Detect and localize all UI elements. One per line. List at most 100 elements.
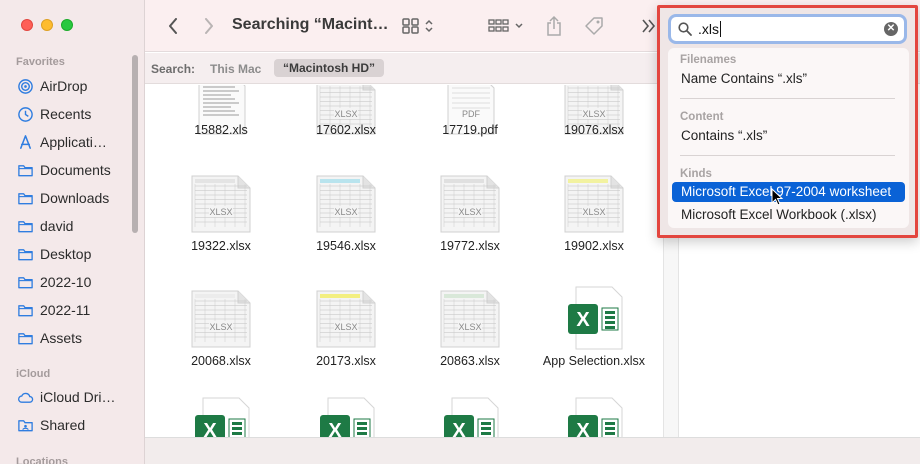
share-button[interactable] <box>543 14 565 38</box>
svg-text:XLSX: XLSX <box>582 109 605 119</box>
sidebar-item-david[interactable]: david <box>17 215 73 237</box>
share-icon <box>547 15 561 36</box>
suggestion-kind-excel-97-2004[interactable]: Microsoft Excel 97-2004 worksheet <box>672 182 905 202</box>
sidebar-item-documents[interactable]: Documents <box>17 159 111 181</box>
svg-text:XLSX: XLSX <box>334 207 357 217</box>
minimize-window-button[interactable] <box>41 19 53 31</box>
search-query-text: .xls <box>698 21 719 37</box>
file-name: App Selection.xlsx <box>542 354 646 368</box>
search-suggestions-dropdown: Filenames Name Contains “.xls” Content C… <box>668 48 909 228</box>
sidebar-item-label: Documents <box>40 162 111 178</box>
svg-text:XLSX: XLSX <box>334 109 357 119</box>
sidebar: Favorites AirDrop Recents Applicati… Docume… <box>0 0 145 464</box>
mouse-pointer-icon <box>771 188 784 206</box>
svg-text:XLSX: XLSX <box>458 322 481 332</box>
sidebar-item-label: 2022-10 <box>40 274 92 290</box>
folder-icon <box>17 190 34 207</box>
svg-text:XLSX: XLSX <box>582 207 605 217</box>
svg-text:X: X <box>452 420 466 437</box>
more-toolbar-button[interactable] <box>639 14 659 38</box>
spreadsheet-file-icon: XLSX <box>316 290 376 348</box>
excel-file-icon: X <box>564 286 624 350</box>
excel-file-icon: X <box>316 397 376 437</box>
content-section-header: Content <box>680 111 724 123</box>
search-icon <box>678 22 692 36</box>
file-name: 17719.pdf <box>442 123 498 137</box>
folder-icon <box>17 218 34 235</box>
excel-file-icon: X <box>564 397 624 437</box>
file-name: 19902.xlsx <box>564 239 624 253</box>
sidebar-item-2022-11[interactable]: 2022-11 <box>17 299 90 321</box>
sidebar-item-airdrop[interactable]: AirDrop <box>17 75 87 97</box>
double-chevron-right-icon <box>642 19 656 33</box>
icloud-header: iCloud <box>16 368 51 380</box>
sidebar-item-applicati[interactable]: Applicati… <box>17 131 107 153</box>
file-grid: 15882.xls XLSX 17602.xlsx PDF 17719.pdf XLSX 1… <box>145 85 663 437</box>
svg-text:X: X <box>328 420 342 437</box>
sidebar-item-label: Shared <box>40 417 86 433</box>
grid-view-icon <box>402 18 433 34</box>
folder-icon <box>17 302 34 319</box>
filenames-section-header: Filenames <box>680 54 737 66</box>
file-name: 19772.xlsx <box>440 239 500 253</box>
sidebar-item-label: Applicati… <box>40 134 107 150</box>
file-name: 19076.xlsx <box>564 123 624 137</box>
group-by-button[interactable] <box>488 14 526 38</box>
svg-text:XLSX: XLSX <box>209 322 232 332</box>
chevron-left-icon <box>169 18 177 34</box>
status-bar <box>145 437 920 464</box>
sidebar-item-assets[interactable]: Assets <box>17 327 82 349</box>
svg-text:X: X <box>576 309 590 331</box>
file-name: 20863.xlsx <box>440 354 500 368</box>
tag-button[interactable] <box>582 14 606 38</box>
suggestion-contains[interactable]: Contains “.xls” <box>672 126 905 146</box>
sidebar-item-label: Downloads <box>40 190 110 206</box>
spreadsheet-file-icon: XLSX <box>191 175 251 233</box>
search-query[interactable]: .xls <box>698 21 721 37</box>
finder-window: Favorites AirDrop Recents Applicati… Docume… <box>0 0 920 464</box>
svg-text:PDF: PDF <box>462 109 481 119</box>
sidebar-scrollbar[interactable] <box>132 55 138 233</box>
suggestion-name-contains[interactable]: Name Contains “.xls” <box>672 69 905 89</box>
suggestion-kind-excel-workbook[interactable]: Microsoft Excel Workbook (.xlsx) <box>672 205 905 225</box>
back-button[interactable] <box>163 14 183 38</box>
file-name: 17602.xlsx <box>316 123 376 137</box>
file-name: 15882.xls <box>194 123 248 137</box>
window-title: Searching “Macint… <box>232 16 389 33</box>
folder-icon <box>17 274 34 291</box>
kinds-section-header: Kinds <box>680 168 712 180</box>
scope-this-mac[interactable]: This Mac <box>210 62 261 76</box>
spreadsheet-file-icon: XLSX <box>191 290 251 348</box>
sidebar-item-downloads[interactable]: Downloads <box>17 187 109 209</box>
sidebar-item-shared[interactable]: Shared <box>17 414 85 436</box>
file-name: 20173.xlsx <box>316 354 376 368</box>
sidebar-item-label: iCloud Dri… <box>40 389 116 405</box>
close-window-button[interactable] <box>21 19 33 31</box>
zoom-window-button[interactable] <box>61 19 73 31</box>
divider <box>680 98 895 99</box>
spreadsheet-file-icon: XLSX <box>440 290 500 348</box>
excel-file-icon: X <box>440 397 500 437</box>
sidebar-item-2022-10[interactable]: 2022-10 <box>17 271 91 293</box>
file-name: 20068.xlsx <box>191 354 251 368</box>
excel-file-icon: X <box>191 397 251 437</box>
chevron-right-icon <box>205 18 213 34</box>
sidebar-item-label: david <box>40 218 74 234</box>
sidebar-item-label: Recents <box>40 106 92 122</box>
sidebar-item-recents[interactable]: Recents <box>17 103 91 125</box>
svg-text:XLSX: XLSX <box>209 207 232 217</box>
svg-text:XLSX: XLSX <box>334 322 357 332</box>
sidebar-item-desktop[interactable]: Desktop <box>17 243 91 265</box>
divider <box>680 155 895 156</box>
view-mode-button[interactable] <box>401 14 437 38</box>
forward-button[interactable] <box>199 14 219 38</box>
scope-macintosh-hd[interactable]: “Macintosh HD” <box>274 59 385 77</box>
tag-icon <box>585 17 603 35</box>
favorites-header: Favorites <box>16 56 65 68</box>
sidebar-item-label: 2022-11 <box>40 302 91 318</box>
search-field[interactable]: .xls ✕ <box>668 14 907 44</box>
cloud-icon <box>17 389 34 406</box>
sidebar-item-icloud-dri[interactable]: iCloud Dri… <box>17 386 115 408</box>
folder-icon <box>17 162 34 179</box>
clear-icon[interactable]: ✕ <box>884 22 898 36</box>
